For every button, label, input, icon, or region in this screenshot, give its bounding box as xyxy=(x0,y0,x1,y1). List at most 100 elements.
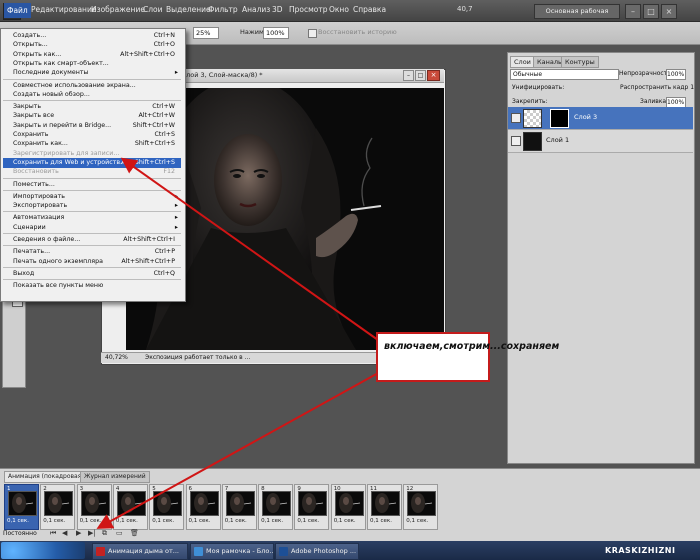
pressure-field[interactable]: 100% xyxy=(263,27,289,39)
file-menu-item[interactable]: Восстановить F12 xyxy=(3,167,181,177)
tab-paths[interactable]: Контуры xyxy=(561,56,599,68)
tab-measurement-log[interactable]: Журнал измерений xyxy=(80,471,150,483)
menu-5[interactable]: Выделение xyxy=(166,5,211,14)
loop-select[interactable]: Постоянно xyxy=(3,530,37,537)
frame-delay[interactable]: 0,1 сек. xyxy=(7,518,29,524)
close-icon[interactable]: × xyxy=(661,4,677,19)
frame-delay[interactable]: 0,1 сек. xyxy=(406,518,428,524)
animation-frame[interactable]: 1 0,1 сек. xyxy=(4,484,39,530)
restore-history-checkbox[interactable] xyxy=(308,29,317,38)
frame-delay[interactable]: 0,1 сек. xyxy=(43,518,65,524)
submenu-arrow-icon: ▸ xyxy=(174,69,178,77)
file-menu-item[interactable]: Сведения о файле... Alt+Shift+Ctrl+I xyxy=(3,235,181,245)
frame-delay[interactable]: 0,1 сек. xyxy=(152,518,174,524)
frame-delay[interactable]: 0,1 сек. xyxy=(261,518,283,524)
delete-frame-icon[interactable]: 🗑 xyxy=(130,529,139,537)
taskbar-button[interactable]: Моя рамочка - Бло... xyxy=(190,543,274,560)
menu-8[interactable]: 3D xyxy=(272,5,283,14)
frame-delay[interactable]: 0,1 сек. xyxy=(334,518,356,524)
menu-4[interactable]: Слои xyxy=(143,5,163,14)
new-frame-icon[interactable]: ▭ xyxy=(116,529,123,537)
eye-visibility-icon[interactable] xyxy=(511,136,521,146)
app-icon xyxy=(96,546,105,556)
file-menu-item-label: Восстановить xyxy=(13,168,59,176)
file-menu-item[interactable]: Показать все пункты меню xyxy=(3,281,181,291)
layer-row[interactable]: Слой 3 xyxy=(508,107,693,130)
animation-frame[interactable]: 10 0,1 сек. xyxy=(330,484,366,530)
file-menu-item[interactable]: Сценарии ▸ xyxy=(3,223,181,233)
animation-frame[interactable]: 3 0,1 сек. xyxy=(76,484,112,530)
document-zoom[interactable]: 40,72% xyxy=(105,353,128,363)
file-menu-item-label: Сценарии xyxy=(13,223,46,231)
file-menu-item[interactable]: Последние документы ▸ xyxy=(3,68,181,78)
animation-frame[interactable]: 12 0,1 сек. xyxy=(403,484,439,530)
tween-icon[interactable]: ⧉ xyxy=(102,529,107,538)
maximize-icon[interactable]: □ xyxy=(643,4,659,19)
taskbar-button[interactable]: Adobe Photoshop ... xyxy=(275,543,359,560)
animation-frame[interactable]: 6 0,1 сек. xyxy=(185,484,221,530)
menu-6[interactable]: Фильтр xyxy=(208,5,238,14)
menu-separator xyxy=(3,100,181,102)
menu-10[interactable]: Окно xyxy=(329,5,349,14)
layer-row[interactable]: Слой 1 xyxy=(508,130,693,153)
doc-maximize-icon[interactable]: □ xyxy=(415,70,426,81)
animation-frame[interactable]: 9 0,1 сек. xyxy=(294,484,330,530)
layer-thumbnail xyxy=(523,109,542,128)
frame-thumbnail xyxy=(225,491,255,516)
frame-thumbnail xyxy=(8,491,37,516)
blend-mode-select[interactable]: Обычные xyxy=(510,69,619,80)
play-icon[interactable]: ▶ xyxy=(76,529,81,537)
menu-9[interactable]: Просмотр xyxy=(289,5,328,14)
animation-frame[interactable]: 5 0,1 сек. xyxy=(149,484,185,530)
previous-frame-icon[interactable]: ◀ xyxy=(62,529,67,537)
frame-thumbnail xyxy=(44,491,74,516)
file-menu-item[interactable]: Экспортировать ▸ xyxy=(3,201,181,211)
file-menu-item[interactable]: Выход Ctrl+Q xyxy=(3,269,181,279)
propagate-frame-checkbox[interactable]: Распространить кадр 1 xyxy=(620,84,694,91)
animation-frame[interactable]: 8 0,1 сек. xyxy=(258,484,294,530)
file-menu-item-label: Экспортировать xyxy=(13,202,68,210)
frame-delay[interactable]: 0,1 сек. xyxy=(370,518,392,524)
menu-1[interactable]: Файл xyxy=(4,3,31,18)
file-menu-item[interactable]: Поместить... xyxy=(3,180,181,190)
document-status-text: Экспозиция работает только в ... xyxy=(145,354,251,361)
menu-separator xyxy=(3,78,181,80)
menu-11[interactable]: Справка xyxy=(353,5,386,14)
doc-close-icon[interactable]: × xyxy=(427,70,440,81)
frame-delay[interactable]: 0,1 сек. xyxy=(116,518,138,524)
frame-thumbnail xyxy=(371,491,400,516)
layer-mask-thumbnail xyxy=(550,109,569,128)
frame-delay[interactable]: 0,1 сек. xyxy=(80,518,102,524)
file-menu-item[interactable]: Создать новый обзор... xyxy=(3,90,181,100)
submenu-arrow-icon: ▸ xyxy=(174,202,178,210)
menu-2[interactable]: Редактирование xyxy=(31,5,96,14)
taskbar-label: Моя рамочка - Бло... xyxy=(206,547,274,555)
opacity-field[interactable]: 25% xyxy=(193,27,219,39)
file-menu-item[interactable]: Печать одного экземпляра Alt+Shift+Ctrl+P xyxy=(3,257,181,267)
eye-visibility-icon[interactable] xyxy=(511,113,521,123)
lock-label: Закрепить: xyxy=(512,98,548,105)
start-button[interactable] xyxy=(1,542,85,559)
taskbar-button[interactable]: Анимация дыма от... xyxy=(92,543,188,560)
tab-animation[interactable]: Анимация (покадровая) xyxy=(4,471,88,483)
animation-frame[interactable]: 7 0,1 сек. xyxy=(221,484,257,530)
layer-opacity-field[interactable]: 100% xyxy=(666,69,686,80)
animation-frame[interactable]: 4 0,1 сек. xyxy=(112,484,148,530)
frame-delay[interactable]: 0,1 сек. xyxy=(225,518,247,524)
menu-separator xyxy=(3,266,181,268)
frame-delay[interactable]: 0,1 сек. xyxy=(189,518,211,524)
animation-frame[interactable]: 2 0,1 сек. xyxy=(40,484,76,530)
animation-frame[interactable]: 11 0,1 сек. xyxy=(367,484,402,530)
minimize-icon[interactable]: – xyxy=(625,4,641,19)
menu-7[interactable]: Анализ xyxy=(242,5,270,14)
layer-name: Слой 3 xyxy=(574,113,598,121)
file-menu-item-label: Последние документы xyxy=(13,69,89,77)
tab-layers[interactable]: Слои xyxy=(510,56,535,68)
first-frame-icon[interactable]: ⏮ xyxy=(50,529,56,538)
frame-delay[interactable]: 0,1 сек. xyxy=(297,518,319,524)
menu-3[interactable]: Изображение xyxy=(91,5,145,14)
doc-minimize-icon[interactable]: – xyxy=(403,70,414,81)
next-frame-icon[interactable]: ▶| xyxy=(88,529,96,537)
workspace-switcher-button[interactable]: Основная рабочая среда xyxy=(534,4,620,28)
frame-thumbnail xyxy=(189,491,219,516)
